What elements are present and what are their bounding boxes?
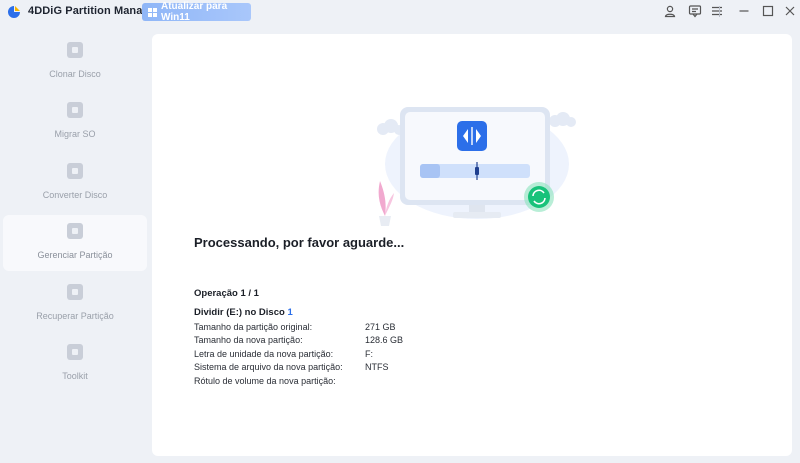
- detail-label: Sistema de arquivo da nova partição:: [194, 362, 343, 373]
- sidebar-item-gerenciar-particao[interactable]: Gerenciar Partição: [3, 215, 147, 271]
- processing-illustration: [377, 107, 576, 226]
- sidebar-item-label: Migrar SO: [54, 129, 96, 139]
- detail-row: Letra de unidade da nova partição: F:: [194, 347, 403, 361]
- windows-icon: [148, 7, 157, 17]
- upgrade-label: Atualizar para Win11: [161, 1, 228, 23]
- sidebar-item-label: Gerenciar Partição: [37, 250, 113, 260]
- sidebar-item-toolkit[interactable]: Toolkit: [3, 336, 147, 392]
- disk-number: 1: [287, 307, 293, 318]
- sidebar-item-migrar-so[interactable]: Migrar SO: [3, 94, 147, 150]
- menu-icon[interactable]: [710, 4, 724, 18]
- detail-label: Tamanho da partição original:: [194, 321, 313, 332]
- sidebar-item-label: Toolkit: [62, 371, 88, 381]
- detail-row: Tamanho da nova partição: 128.6 GB: [194, 334, 403, 348]
- main-panel: Processando, por favor aguarde... Operaç…: [152, 34, 792, 456]
- convert-disk-icon: [67, 163, 83, 179]
- detail-row: Sistema de arquivo da nova partição: NTF…: [194, 361, 403, 375]
- recover-partition-icon: [67, 284, 83, 300]
- partition-icon: [67, 223, 83, 239]
- maximize-icon[interactable]: [761, 4, 775, 18]
- migrate-os-icon: [67, 102, 83, 118]
- user-icon[interactable]: [663, 4, 677, 18]
- sidebar-item-clonar-disco[interactable]: Clonar Disco: [3, 34, 147, 90]
- operation-title: Dividir (E:) no Disco 1: [194, 307, 293, 318]
- detail-label: Rótulo de volume da nova partição:: [194, 375, 336, 386]
- titlebar-divider: [719, 6, 720, 17]
- detail-label: Letra de unidade da nova partição:: [194, 348, 334, 359]
- sidebar-item-label: Converter Disco: [42, 190, 108, 200]
- app-logo-icon: [8, 6, 20, 18]
- title-bar: 4DDiG Partition Manager Atualizar para W…: [0, 0, 800, 24]
- feedback-icon[interactable]: [688, 4, 702, 18]
- detail-row: Rótulo de volume da nova partição:: [194, 374, 403, 388]
- operation-details: Tamanho da partição original: 271 GB Tam…: [194, 320, 403, 388]
- sidebar-item-label: Clonar Disco: [49, 69, 101, 79]
- operation-title-text: Dividir (E:) no Disco: [194, 307, 288, 318]
- processing-message: Processando, por favor aguarde...: [194, 235, 405, 250]
- sidebar-item-recuperar-particao[interactable]: Recuperar Partição: [3, 276, 147, 332]
- minimize-icon[interactable]: [737, 4, 751, 18]
- detail-value: 128.6 GB: [365, 335, 404, 346]
- close-icon[interactable]: [783, 4, 797, 18]
- detail-label: Tamanho da nova partição:: [194, 335, 303, 346]
- sidebar-item-label: Recuperar Partição: [36, 311, 114, 321]
- app-title: 4DDiG Partition Manager: [28, 5, 160, 17]
- toolkit-icon: [67, 344, 83, 360]
- clone-disk-icon: [67, 42, 83, 58]
- detail-value: F:: [365, 348, 373, 359]
- detail-value: 271 GB: [365, 321, 396, 332]
- detail-value: NTFS: [365, 362, 389, 373]
- upgrade-win11-button[interactable]: Atualizar para Win11: [142, 1, 251, 23]
- detail-row: Tamanho da partição original: 271 GB: [194, 320, 403, 334]
- operation-count: Operação 1 / 1: [194, 288, 259, 299]
- sidebar-item-converter-disco[interactable]: Converter Disco: [3, 155, 147, 211]
